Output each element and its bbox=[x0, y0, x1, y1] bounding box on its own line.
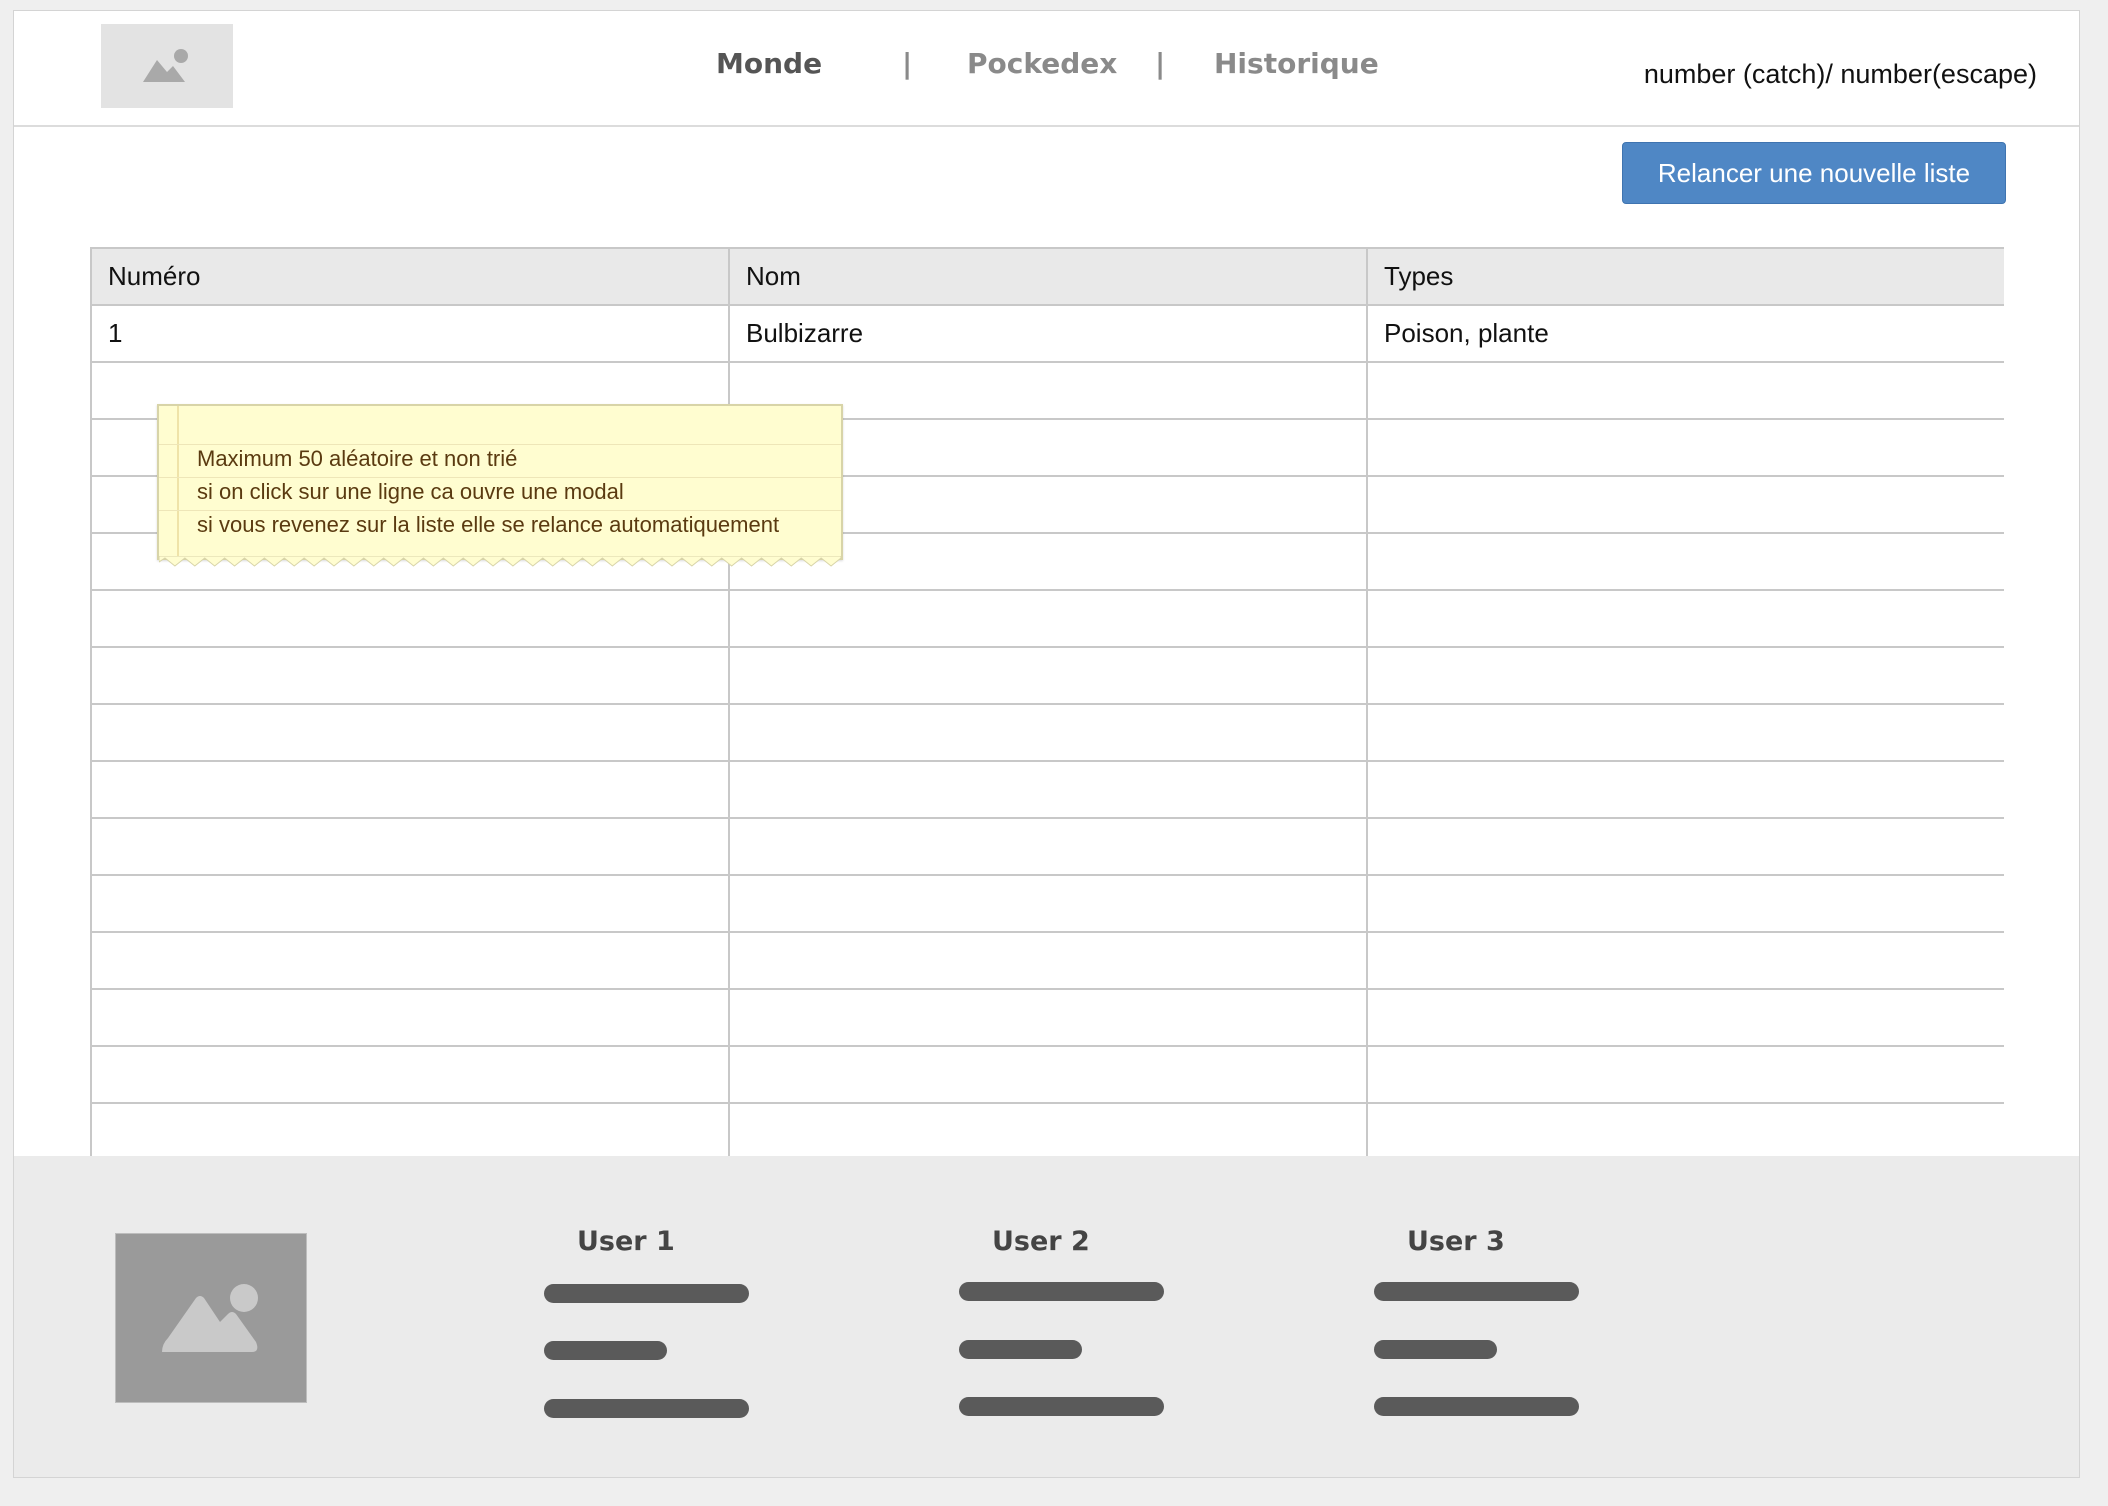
note-line: si vous revenez sur la liste elle se rel… bbox=[197, 512, 780, 537]
cell-types bbox=[1366, 817, 2004, 876]
cell-types bbox=[1366, 874, 2004, 933]
cell-nom bbox=[728, 874, 1368, 933]
image-placeholder-icon bbox=[162, 1284, 258, 1352]
cell-types bbox=[1366, 988, 2004, 1047]
table-row[interactable] bbox=[90, 760, 2004, 819]
cell-types bbox=[1366, 760, 2004, 819]
text-placeholder-bar bbox=[544, 1399, 749, 1418]
cell-types bbox=[1366, 1102, 2004, 1161]
cell-types bbox=[1366, 532, 2004, 591]
table-row[interactable] bbox=[90, 703, 2004, 762]
cell-nom bbox=[728, 589, 1368, 648]
text-placeholder-bar bbox=[1374, 1340, 1497, 1359]
cell-types bbox=[1366, 475, 2004, 534]
table-row[interactable] bbox=[90, 1045, 2004, 1104]
user-column: User 2 bbox=[959, 1226, 1169, 1426]
cell-types bbox=[1366, 418, 2004, 477]
column-header-nom: Nom bbox=[728, 247, 1368, 306]
logo[interactable] bbox=[101, 24, 233, 108]
cell-numero bbox=[90, 760, 730, 819]
text-placeholder-bar bbox=[544, 1284, 749, 1303]
user-name: User 1 bbox=[577, 1226, 675, 1257]
cell-types bbox=[1366, 703, 2004, 762]
user-name: User 3 bbox=[1407, 1226, 1505, 1257]
note-torn-edge bbox=[159, 556, 841, 567]
table-header-row: Numéro Nom Types bbox=[90, 247, 2004, 306]
table-row[interactable] bbox=[90, 1102, 2004, 1161]
catch-escape-counter: number (catch)/ number(escape) bbox=[1643, 59, 2037, 89]
cell-nom bbox=[728, 988, 1368, 1047]
cell-types bbox=[1366, 589, 2004, 648]
cell-numero bbox=[90, 1045, 730, 1104]
note-text: Maximum 50 aléatoire et non trié si on c… bbox=[197, 442, 779, 541]
text-placeholder-bar bbox=[1374, 1282, 1579, 1301]
cell-numero bbox=[90, 1102, 730, 1161]
text-placeholder-bar bbox=[959, 1397, 1164, 1416]
cell-nom bbox=[728, 1045, 1368, 1104]
note-margin-line bbox=[177, 406, 179, 558]
image-placeholder-icon bbox=[143, 49, 188, 82]
text-placeholder-bar bbox=[1374, 1397, 1579, 1416]
column-header-types: Types bbox=[1366, 247, 2004, 306]
cell-numero bbox=[90, 703, 730, 762]
nav-monde[interactable]: Monde bbox=[716, 47, 822, 80]
page-frame: Monde | Pockedex | Historique number (ca… bbox=[13, 10, 2080, 1478]
text-placeholder-bar bbox=[959, 1282, 1164, 1301]
table-row[interactable] bbox=[90, 931, 2004, 990]
cell-nom bbox=[728, 703, 1368, 762]
table-row[interactable]: 1 Bulbizarre Poison, plante bbox=[90, 304, 2004, 363]
table-row[interactable] bbox=[90, 646, 2004, 705]
sticky-note: Maximum 50 aléatoire et non trié si on c… bbox=[157, 404, 843, 567]
cell-numero bbox=[90, 874, 730, 933]
nav-pockedex[interactable]: Pockedex bbox=[967, 47, 1117, 80]
table-row[interactable] bbox=[90, 988, 2004, 1047]
user-name: User 2 bbox=[992, 1226, 1090, 1257]
cell-numero bbox=[90, 931, 730, 990]
pokemon-table: Numéro Nom Types 1 Bulbizarre Poison, plan… bbox=[90, 247, 2004, 1161]
cell-numero bbox=[90, 817, 730, 876]
cell-numero: 1 bbox=[90, 304, 730, 363]
cell-types bbox=[1366, 646, 2004, 705]
footer: User 1 User 2 User 3 bbox=[14, 1156, 2079, 1477]
cell-nom bbox=[728, 817, 1368, 876]
cell-nom bbox=[728, 760, 1368, 819]
table-row[interactable] bbox=[90, 589, 2004, 648]
table-row[interactable] bbox=[90, 874, 2004, 933]
cell-types: Poison, plante bbox=[1366, 304, 2004, 363]
nav-separator: | bbox=[902, 47, 913, 80]
cell-nom bbox=[728, 931, 1368, 990]
nav-historique[interactable]: Historique bbox=[1214, 47, 1379, 80]
cell-numero bbox=[90, 988, 730, 1047]
nav-separator: | bbox=[1155, 47, 1166, 80]
table-row[interactable] bbox=[90, 817, 2004, 876]
cell-types bbox=[1366, 931, 2004, 990]
text-placeholder-bar bbox=[959, 1340, 1082, 1359]
cell-types bbox=[1366, 1045, 2004, 1104]
text-placeholder-bar bbox=[544, 1341, 667, 1360]
footer-image bbox=[115, 1233, 307, 1403]
cell-nom: Bulbizarre bbox=[728, 304, 1368, 363]
user-column: User 1 bbox=[544, 1226, 754, 1426]
column-header-numero: Numéro bbox=[90, 247, 730, 306]
pokemon-table-container: Numéro Nom Types 1 Bulbizarre Poison, plan… bbox=[90, 247, 2004, 1167]
cell-numero bbox=[90, 589, 730, 648]
header: Monde | Pockedex | Historique number (ca… bbox=[14, 11, 2079, 127]
user-column: User 3 bbox=[1374, 1226, 1584, 1426]
cell-nom bbox=[728, 646, 1368, 705]
note-line: Maximum 50 aléatoire et non trié bbox=[197, 446, 518, 471]
note-line: si on click sur une ligne ca ouvre une m… bbox=[197, 479, 624, 504]
cell-nom bbox=[728, 1102, 1368, 1161]
cell-numero bbox=[90, 646, 730, 705]
refresh-list-button[interactable]: Relancer une nouvelle liste bbox=[1622, 142, 2006, 204]
cell-types bbox=[1366, 361, 2004, 420]
